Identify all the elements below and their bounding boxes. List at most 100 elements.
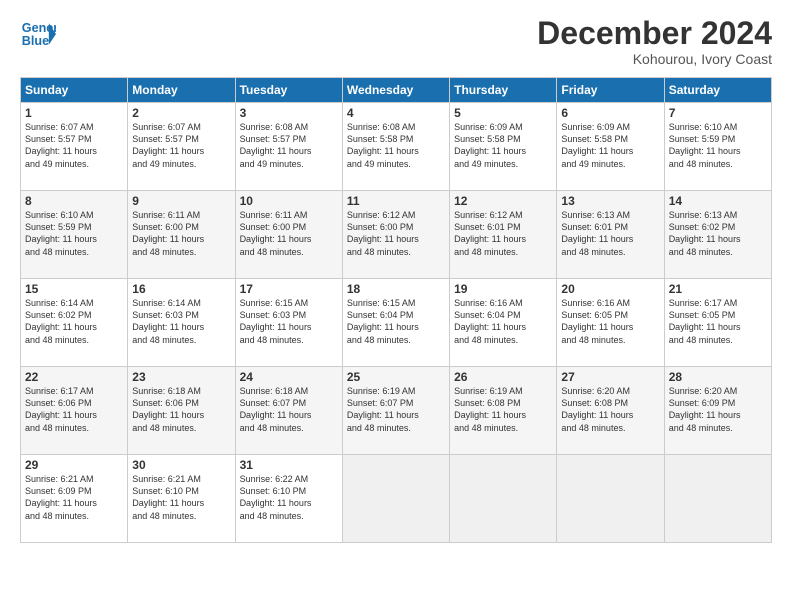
calendar-cell: 21Sunrise: 6:17 AM Sunset: 6:05 PM Dayli… (664, 279, 771, 367)
day-number: 30 (132, 458, 230, 472)
day-number: 24 (240, 370, 338, 384)
day-info: Sunrise: 6:13 AM Sunset: 6:02 PM Dayligh… (669, 209, 767, 258)
day-info: Sunrise: 6:10 AM Sunset: 5:59 PM Dayligh… (25, 209, 123, 258)
day-info: Sunrise: 6:16 AM Sunset: 6:04 PM Dayligh… (454, 297, 552, 346)
day-info: Sunrise: 6:17 AM Sunset: 6:05 PM Dayligh… (669, 297, 767, 346)
calendar-cell (450, 455, 557, 543)
day-info: Sunrise: 6:14 AM Sunset: 6:03 PM Dayligh… (132, 297, 230, 346)
weekday-header-monday: Monday (128, 78, 235, 103)
day-number: 13 (561, 194, 659, 208)
weekday-header-tuesday: Tuesday (235, 78, 342, 103)
calendar-cell: 3Sunrise: 6:08 AM Sunset: 5:57 PM Daylig… (235, 103, 342, 191)
calendar-cell: 17Sunrise: 6:15 AM Sunset: 6:03 PM Dayli… (235, 279, 342, 367)
logo-icon: General Blue (20, 16, 56, 52)
day-info: Sunrise: 6:10 AM Sunset: 5:59 PM Dayligh… (669, 121, 767, 170)
day-number: 6 (561, 106, 659, 120)
day-number: 19 (454, 282, 552, 296)
day-number: 26 (454, 370, 552, 384)
day-info: Sunrise: 6:21 AM Sunset: 6:10 PM Dayligh… (132, 473, 230, 522)
day-number: 15 (25, 282, 123, 296)
day-info: Sunrise: 6:08 AM Sunset: 5:58 PM Dayligh… (347, 121, 445, 170)
month-title: December 2024 (537, 16, 772, 51)
calendar-cell: 9Sunrise: 6:11 AM Sunset: 6:00 PM Daylig… (128, 191, 235, 279)
calendar-cell: 1Sunrise: 6:07 AM Sunset: 5:57 PM Daylig… (21, 103, 128, 191)
calendar-cell: 8Sunrise: 6:10 AM Sunset: 5:59 PM Daylig… (21, 191, 128, 279)
day-info: Sunrise: 6:15 AM Sunset: 6:04 PM Dayligh… (347, 297, 445, 346)
day-info: Sunrise: 6:07 AM Sunset: 5:57 PM Dayligh… (25, 121, 123, 170)
day-number: 8 (25, 194, 123, 208)
day-info: Sunrise: 6:11 AM Sunset: 6:00 PM Dayligh… (240, 209, 338, 258)
day-number: 16 (132, 282, 230, 296)
calendar-cell (342, 455, 449, 543)
calendar-cell (664, 455, 771, 543)
day-number: 4 (347, 106, 445, 120)
day-number: 21 (669, 282, 767, 296)
day-number: 7 (669, 106, 767, 120)
day-info: Sunrise: 6:22 AM Sunset: 6:10 PM Dayligh… (240, 473, 338, 522)
calendar-cell: 2Sunrise: 6:07 AM Sunset: 5:57 PM Daylig… (128, 103, 235, 191)
calendar-cell: 25Sunrise: 6:19 AM Sunset: 6:07 PM Dayli… (342, 367, 449, 455)
calendar-cell: 12Sunrise: 6:12 AM Sunset: 6:01 PM Dayli… (450, 191, 557, 279)
day-number: 14 (669, 194, 767, 208)
location-subtitle: Kohourou, Ivory Coast (537, 51, 772, 67)
calendar-cell: 28Sunrise: 6:20 AM Sunset: 6:09 PM Dayli… (664, 367, 771, 455)
day-number: 27 (561, 370, 659, 384)
day-info: Sunrise: 6:21 AM Sunset: 6:09 PM Dayligh… (25, 473, 123, 522)
day-info: Sunrise: 6:19 AM Sunset: 6:08 PM Dayligh… (454, 385, 552, 434)
day-info: Sunrise: 6:09 AM Sunset: 5:58 PM Dayligh… (561, 121, 659, 170)
calendar-cell: 13Sunrise: 6:13 AM Sunset: 6:01 PM Dayli… (557, 191, 664, 279)
calendar-cell: 10Sunrise: 6:11 AM Sunset: 6:00 PM Dayli… (235, 191, 342, 279)
header: General Blue December 2024 Kohourou, Ivo… (20, 16, 772, 67)
calendar-cell: 31Sunrise: 6:22 AM Sunset: 6:10 PM Dayli… (235, 455, 342, 543)
day-number: 12 (454, 194, 552, 208)
weekday-header-friday: Friday (557, 78, 664, 103)
day-info: Sunrise: 6:12 AM Sunset: 6:01 PM Dayligh… (454, 209, 552, 258)
calendar-cell: 7Sunrise: 6:10 AM Sunset: 5:59 PM Daylig… (664, 103, 771, 191)
logo: General Blue (20, 16, 56, 52)
day-number: 22 (25, 370, 123, 384)
day-number: 2 (132, 106, 230, 120)
day-number: 1 (25, 106, 123, 120)
day-info: Sunrise: 6:12 AM Sunset: 6:00 PM Dayligh… (347, 209, 445, 258)
calendar-cell: 29Sunrise: 6:21 AM Sunset: 6:09 PM Dayli… (21, 455, 128, 543)
title-block: December 2024 Kohourou, Ivory Coast (537, 16, 772, 67)
day-number: 10 (240, 194, 338, 208)
day-number: 29 (25, 458, 123, 472)
day-number: 28 (669, 370, 767, 384)
page: General Blue December 2024 Kohourou, Ivo… (0, 0, 792, 612)
day-info: Sunrise: 6:20 AM Sunset: 6:09 PM Dayligh… (669, 385, 767, 434)
calendar-cell: 24Sunrise: 6:18 AM Sunset: 6:07 PM Dayli… (235, 367, 342, 455)
day-info: Sunrise: 6:16 AM Sunset: 6:05 PM Dayligh… (561, 297, 659, 346)
calendar-cell: 27Sunrise: 6:20 AM Sunset: 6:08 PM Dayli… (557, 367, 664, 455)
weekday-header-wednesday: Wednesday (342, 78, 449, 103)
day-number: 17 (240, 282, 338, 296)
day-info: Sunrise: 6:14 AM Sunset: 6:02 PM Dayligh… (25, 297, 123, 346)
day-number: 11 (347, 194, 445, 208)
day-info: Sunrise: 6:19 AM Sunset: 6:07 PM Dayligh… (347, 385, 445, 434)
day-info: Sunrise: 6:07 AM Sunset: 5:57 PM Dayligh… (132, 121, 230, 170)
day-number: 23 (132, 370, 230, 384)
day-number: 18 (347, 282, 445, 296)
calendar-cell: 26Sunrise: 6:19 AM Sunset: 6:08 PM Dayli… (450, 367, 557, 455)
calendar-cell: 20Sunrise: 6:16 AM Sunset: 6:05 PM Dayli… (557, 279, 664, 367)
calendar-cell: 15Sunrise: 6:14 AM Sunset: 6:02 PM Dayli… (21, 279, 128, 367)
weekday-header-saturday: Saturday (664, 78, 771, 103)
calendar-cell: 19Sunrise: 6:16 AM Sunset: 6:04 PM Dayli… (450, 279, 557, 367)
calendar-cell: 6Sunrise: 6:09 AM Sunset: 5:58 PM Daylig… (557, 103, 664, 191)
calendar-cell: 30Sunrise: 6:21 AM Sunset: 6:10 PM Dayli… (128, 455, 235, 543)
calendar-table: SundayMondayTuesdayWednesdayThursdayFrid… (20, 77, 772, 543)
calendar-cell: 11Sunrise: 6:12 AM Sunset: 6:00 PM Dayli… (342, 191, 449, 279)
calendar-cell: 18Sunrise: 6:15 AM Sunset: 6:04 PM Dayli… (342, 279, 449, 367)
day-info: Sunrise: 6:13 AM Sunset: 6:01 PM Dayligh… (561, 209, 659, 258)
calendar-cell: 14Sunrise: 6:13 AM Sunset: 6:02 PM Dayli… (664, 191, 771, 279)
day-number: 20 (561, 282, 659, 296)
day-info: Sunrise: 6:11 AM Sunset: 6:00 PM Dayligh… (132, 209, 230, 258)
calendar-cell: 4Sunrise: 6:08 AM Sunset: 5:58 PM Daylig… (342, 103, 449, 191)
day-number: 25 (347, 370, 445, 384)
calendar-cell: 23Sunrise: 6:18 AM Sunset: 6:06 PM Dayli… (128, 367, 235, 455)
day-number: 9 (132, 194, 230, 208)
weekday-header-sunday: Sunday (21, 78, 128, 103)
day-info: Sunrise: 6:17 AM Sunset: 6:06 PM Dayligh… (25, 385, 123, 434)
day-number: 31 (240, 458, 338, 472)
day-number: 3 (240, 106, 338, 120)
